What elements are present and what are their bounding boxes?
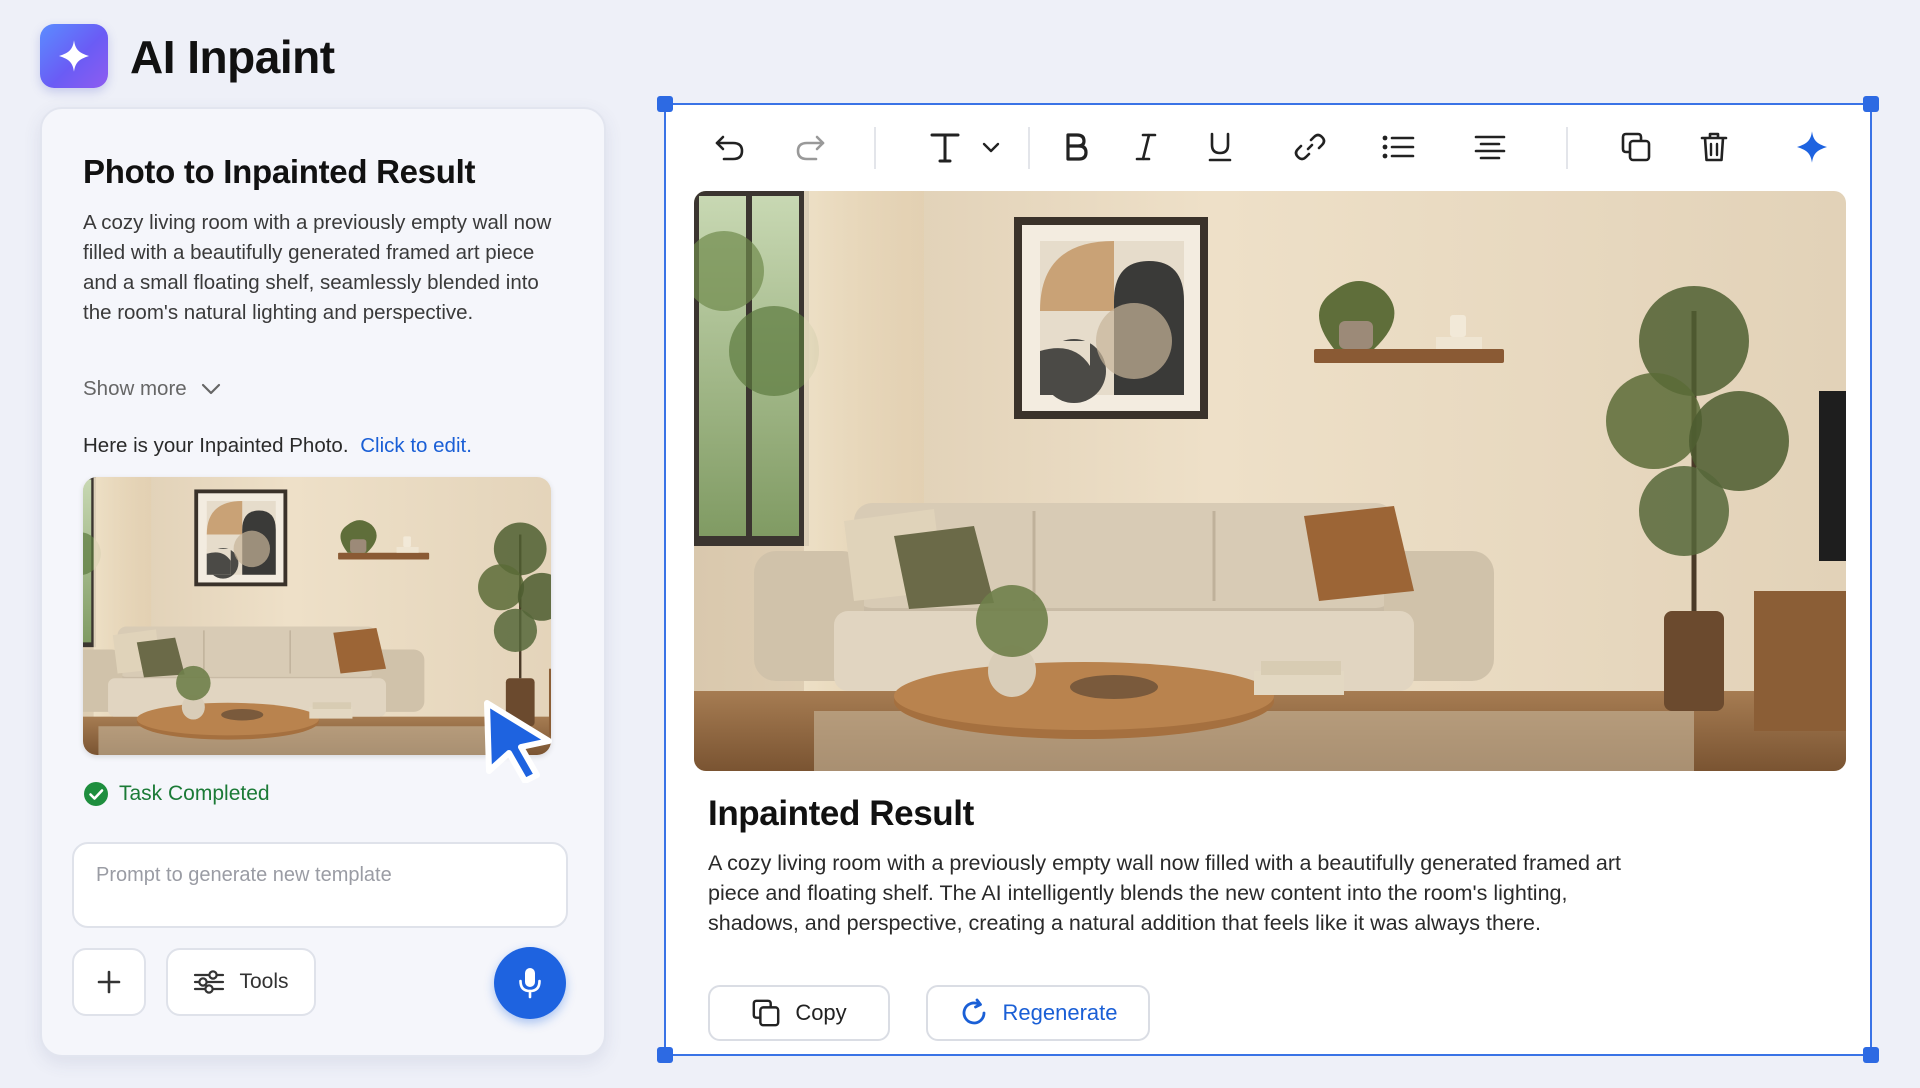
duplicate-button[interactable]: [1612, 125, 1660, 169]
edit-link[interactable]: Click to edit.: [360, 434, 472, 457]
panel-title: Photo to Inpainted Result: [83, 153, 476, 190]
toolbar-divider: [874, 127, 876, 169]
microphone-icon: [519, 968, 541, 999]
task-status: Task Completed: [83, 781, 270, 807]
text-style-button[interactable]: [914, 125, 1014, 169]
delete-icon: [1700, 132, 1728, 162]
bold-icon: [1066, 133, 1088, 161]
link-button[interactable]: [1286, 125, 1334, 169]
app-title: AI Inpaint: [130, 31, 335, 83]
bullet-list-icon: [1382, 135, 1415, 159]
regenerate-button[interactable]: Regenerate: [926, 985, 1150, 1041]
result-message: Here is your Inpainted Photo. Click to e…: [83, 434, 472, 458]
copy-icon: [752, 999, 780, 1027]
plus-icon: [97, 970, 121, 994]
inpainted-image[interactable]: [694, 191, 1846, 771]
delete-button[interactable]: [1690, 125, 1738, 169]
text-style-icon: [930, 133, 960, 163]
redo-icon: [796, 135, 825, 161]
prompt-input[interactable]: [72, 842, 568, 928]
align-icon: [1474, 135, 1506, 160]
living-room-photo: [694, 191, 1846, 771]
italic-icon: [1135, 133, 1157, 161]
resize-handle-bottom-left[interactable]: [657, 1047, 673, 1063]
sliders-icon: [194, 970, 225, 994]
formatting-toolbar: [666, 105, 1870, 189]
panel-description: A cozy living room with a previously emp…: [83, 211, 552, 324]
toolbar-divider: [1566, 127, 1568, 169]
show-more-toggle[interactable]: Show more: [83, 377, 221, 401]
resize-handle-bottom-right[interactable]: [1863, 1047, 1879, 1063]
result-title: Inpainted Result: [708, 794, 974, 833]
underline-icon: [1208, 132, 1232, 162]
bullet-list-button[interactable]: [1374, 125, 1422, 169]
pointer-cursor-icon: [484, 700, 552, 783]
italic-button[interactable]: [1122, 125, 1170, 169]
tools-button[interactable]: Tools: [166, 948, 316, 1016]
copy-button[interactable]: Copy: [708, 985, 890, 1041]
regenerate-label: Regenerate: [1002, 1000, 1118, 1025]
underline-button[interactable]: [1196, 125, 1244, 169]
redo-button[interactable]: [786, 125, 834, 169]
refresh-icon: [962, 998, 985, 1025]
copy-label: Copy: [795, 1000, 847, 1025]
result-editor[interactable]: Inpainted Result A cozy living room with…: [657, 96, 1879, 1063]
add-attachment-button[interactable]: [72, 948, 146, 1016]
undo-icon: [715, 135, 744, 161]
status-label: Task Completed: [119, 782, 270, 805]
check-circle-icon: [84, 782, 108, 806]
ai-assist-button[interactable]: [1788, 125, 1836, 169]
chat-panel: Photo to Inpainted Result A cozy living …: [40, 107, 606, 1057]
app-logo: [40, 24, 108, 88]
show-more-label: Show more: [83, 377, 187, 400]
duplicate-icon: [1621, 132, 1651, 162]
result-description: A cozy living room with a previously emp…: [708, 851, 1621, 935]
chevron-down-icon: [201, 383, 220, 395]
chevron-down-icon: [982, 142, 1000, 153]
undo-button[interactable]: [706, 125, 754, 169]
link-icon: [1294, 133, 1326, 161]
ai-sparkle-icon: [1797, 131, 1827, 163]
bold-button[interactable]: [1052, 125, 1100, 169]
result-message-text: Here is your Inpainted Photo.: [83, 434, 349, 457]
sparkle-icon: [59, 40, 89, 72]
microphone-button[interactable]: [494, 947, 566, 1019]
align-button[interactable]: [1466, 125, 1514, 169]
toolbar-divider: [1028, 127, 1030, 169]
tools-label: Tools: [239, 970, 289, 993]
